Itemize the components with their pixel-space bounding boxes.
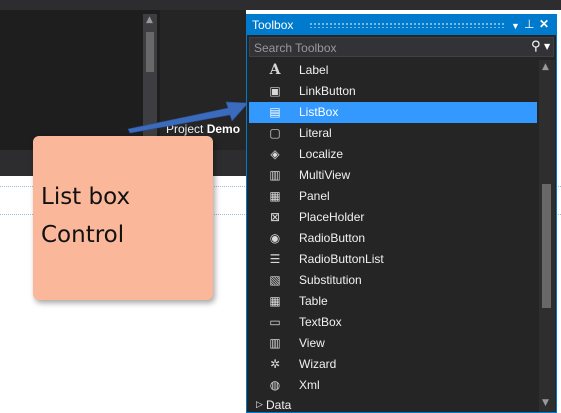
toolbox-group-data[interactable]: ▷ Data — [247, 398, 537, 412]
toolbox-item-label: MultiView — [299, 168, 351, 182]
toolbox-list: A Label ▣ LinkButton ▤ ListBox ▢ Literal ◈ Locali… — [247, 60, 537, 412]
toolbox-title: Toolbox — [252, 18, 294, 32]
view-icon: ▥ — [269, 336, 281, 350]
scroll-down-icon[interactable]: ▼ — [542, 398, 549, 408]
toolbox-item-label: LinkButton — [299, 84, 356, 98]
listbox-icon: ▤ — [269, 105, 281, 119]
radiobutton-icon: ◉ — [269, 231, 281, 245]
textbox-icon: ▭ — [269, 315, 281, 329]
toolbox-item[interactable]: A Label — [249, 60, 537, 81]
scroll-thumb[interactable] — [542, 184, 551, 308]
toolbox-item[interactable]: ⊠ PlaceHolder — [249, 207, 537, 228]
toolbox-item-label: RadioButton — [299, 231, 366, 245]
search-icon[interactable]: ⚲ — [531, 39, 541, 54]
toolbox-item-label: PlaceHolder — [299, 210, 365, 224]
panel-icon: ▦ — [269, 189, 281, 203]
search-placeholder: Search Toolbox — [254, 41, 337, 55]
expand-arrow-icon[interactable]: ▷ — [256, 399, 263, 410]
toolbox-item-label: Localize — [299, 147, 344, 161]
toolbox-item[interactable]: ✲ Wizard — [249, 354, 537, 375]
top-strip — [0, 0, 561, 10]
scroll-up-icon[interactable]: ▲ — [146, 16, 153, 25]
xml-icon: ◍ — [269, 378, 281, 392]
placeholder-icon: ⊠ — [269, 210, 281, 224]
toolbox-item[interactable]: ▧ Substitution — [249, 270, 537, 291]
callout-line-2: Control — [41, 222, 125, 248]
scroll-thumb[interactable] — [146, 32, 154, 72]
toolbox-search-input[interactable]: Search Toolbox ⚲ ▼ — [249, 37, 554, 57]
toolbox-item[interactable]: ▦ Panel — [249, 186, 537, 207]
linkbutton-icon: ▣ — [269, 84, 281, 98]
toolbox-item[interactable]: ◍ Xml — [249, 375, 537, 396]
toolbox-title-bar[interactable]: Toolbox ▼ ⊥ ✕ — [247, 15, 556, 35]
toolbox-item[interactable]: ▭ TextBox — [249, 312, 537, 333]
toolbox-item-label: Table — [299, 294, 328, 308]
toolbox-item[interactable]: ◉ RadioButton — [249, 228, 537, 249]
toolbox-item-label: View — [299, 336, 325, 350]
toolbox-item-label: Substitution — [299, 273, 362, 287]
toolbox-item[interactable]: ▣ LinkButton — [249, 81, 537, 102]
pin-icon[interactable]: ⊥ — [524, 17, 534, 31]
wizard-icon: ✲ — [269, 357, 281, 371]
toolbox-item-label: Panel — [299, 189, 330, 203]
close-icon[interactable]: ✕ — [539, 17, 549, 31]
toolbox-item-label: RadioButtonList — [299, 252, 384, 266]
toolbox-item-label: Wizard — [299, 357, 337, 371]
toolbox-scrollbar[interactable]: ▲ ▼ — [539, 60, 555, 412]
toolbox-item[interactable]: ▥ View — [249, 333, 537, 354]
multiview-icon: ▥ — [269, 168, 281, 182]
toolbox-item-label: Literal — [299, 126, 332, 140]
callout-note: List box Control — [33, 136, 213, 300]
toolbox-item-label: Xml — [299, 378, 320, 392]
literal-icon: ▢ — [269, 126, 281, 140]
title-grip[interactable] — [309, 22, 505, 28]
radiobuttonlist-icon: ☰ — [269, 252, 281, 266]
toolbox-item[interactable]: ▦ Table — [249, 291, 537, 312]
toolbox-window: Toolbox ▼ ⊥ ✕ Search Toolbox ⚲ ▼ A Label ▣… — [246, 14, 557, 413]
scroll-up-icon[interactable]: ▲ — [542, 62, 549, 72]
toolbox-item[interactable]: ▥ MultiView — [249, 165, 537, 186]
callout-line-1: List box — [41, 184, 131, 210]
label-icon: A — [269, 62, 281, 78]
localize-icon: ◈ — [270, 147, 280, 161]
substitution-icon: ▧ — [269, 273, 281, 287]
toolbox-item[interactable]: ▢ Literal — [249, 123, 537, 144]
group-label: Data — [266, 398, 292, 412]
arrow-shape — [127, 101, 249, 134]
toolbox-item-label: TextBox — [299, 315, 342, 329]
toolbox-item[interactable]: ◈ Localize — [249, 144, 537, 165]
toolbox-item-label: Label — [299, 63, 329, 77]
table-icon: ▦ — [269, 294, 281, 308]
window-position-dropdown-icon[interactable]: ▼ — [511, 19, 520, 33]
toolbox-item[interactable]: ▤ ListBox — [249, 102, 537, 123]
chevron-down-icon[interactable]: ▼ — [544, 42, 550, 51]
toolbox-item[interactable]: ☰ RadioButtonList — [249, 249, 537, 270]
toolbox-item-label: ListBox — [299, 105, 339, 119]
